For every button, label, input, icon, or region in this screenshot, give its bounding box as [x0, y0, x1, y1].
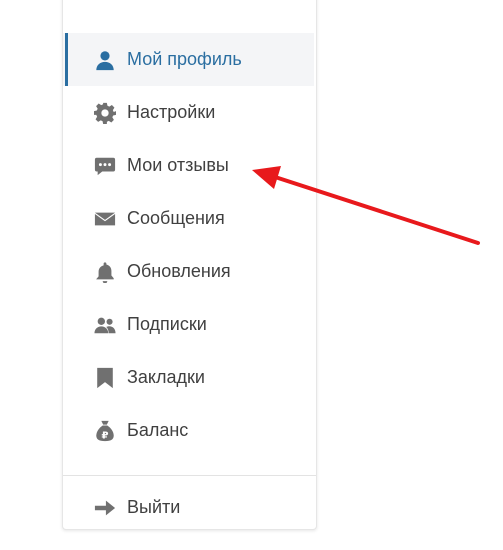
- logout-button[interactable]: Выйти: [63, 481, 316, 534]
- menu-divider: [63, 475, 316, 476]
- account-menu: Мой профиль Настройки Мои отзывы Сообщен…: [63, 33, 316, 457]
- menu-item-label: Мои отзывы: [127, 155, 229, 175]
- gear-icon: [93, 101, 117, 125]
- menu-item-messages[interactable]: Сообщения: [63, 192, 316, 245]
- menu-item-label: Настройки: [127, 102, 216, 122]
- comment-icon: [93, 154, 117, 178]
- user-icon: [93, 48, 117, 72]
- menu-item-label: Подписки: [127, 314, 207, 334]
- menu-item-balance[interactable]: ₽ Баланс: [63, 404, 316, 457]
- logout-label: Выйти: [127, 497, 181, 517]
- envelope-icon: [93, 207, 117, 231]
- menu-item-label: Баланс: [127, 420, 189, 440]
- menu-item-bookmarks[interactable]: Закладки: [63, 351, 316, 404]
- menu-item-reviews[interactable]: Мои отзывы: [63, 139, 316, 192]
- menu-item-label: Мой профиль: [127, 49, 242, 69]
- bell-icon: [93, 260, 117, 284]
- menu-item-label: Закладки: [127, 367, 205, 387]
- page: Мой профиль Настройки Мои отзывы Сообщен…: [0, 0, 503, 550]
- bookmark-icon: [93, 366, 117, 390]
- account-menu-panel: Мой профиль Настройки Мои отзывы Сообщен…: [62, 0, 317, 530]
- users-icon: [93, 313, 117, 337]
- menu-item-updates[interactable]: Обновления: [63, 245, 316, 298]
- arrow-right-icon: [93, 496, 117, 520]
- menu-item-subscriptions[interactable]: Подписки: [63, 298, 316, 351]
- logout-section: Выйти: [63, 481, 316, 534]
- menu-item-settings[interactable]: Настройки: [63, 86, 316, 139]
- menu-item-label: Обновления: [127, 261, 231, 281]
- menu-item-label: Сообщения: [127, 208, 225, 228]
- money-bag-icon: ₽: [93, 419, 117, 443]
- menu-item-profile[interactable]: Мой профиль: [63, 33, 314, 86]
- svg-text:₽: ₽: [101, 430, 108, 441]
